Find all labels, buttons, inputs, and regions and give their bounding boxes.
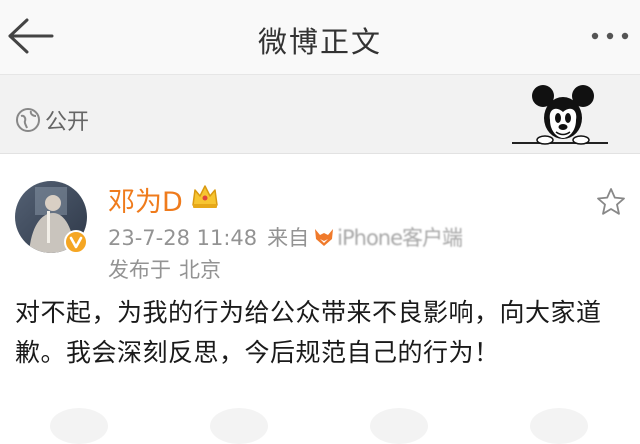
more-button[interactable]: [586, 26, 636, 46]
verified-badge-icon: [64, 230, 88, 254]
page-title: 微博正文: [257, 25, 382, 59]
post-body: 对不起，为我的行为给公众带来不良影响，向大家道歉。我会深刻反思，今后规范自己的行…: [15, 298, 602, 367]
source-client[interactable]: iPhone客户端: [337, 226, 463, 250]
star-icon[interactable]: [596, 187, 626, 217]
location-prefix: 发布于: [108, 258, 171, 282]
top-nav-bar: 微博正文: [0, 0, 640, 75]
action-placeholder: [50, 408, 108, 444]
avatar[interactable]: [15, 181, 88, 254]
mickey-mouse-icon: [512, 85, 608, 145]
bottom-action-row: [0, 404, 640, 444]
more-icon: [591, 32, 629, 40]
action-placeholder: [530, 408, 588, 444]
post-timestamp: 23-7-28 11:48: [108, 226, 258, 250]
location-city: 北京: [179, 258, 221, 282]
post-location: 发布于 北京: [108, 254, 221, 284]
visibility-label: 公开: [45, 110, 90, 135]
post-meta: 23-7-28 11:48 来自 iPhone客户端: [108, 222, 463, 252]
action-placeholder: [210, 408, 268, 444]
globe-icon: [16, 108, 40, 132]
source-prefix: 来自: [267, 226, 310, 250]
fox-icon: [315, 229, 334, 246]
username[interactable]: 邓为D: [108, 180, 183, 219]
action-placeholder: [370, 408, 428, 444]
crown-icon[interactable]: [190, 183, 220, 211]
